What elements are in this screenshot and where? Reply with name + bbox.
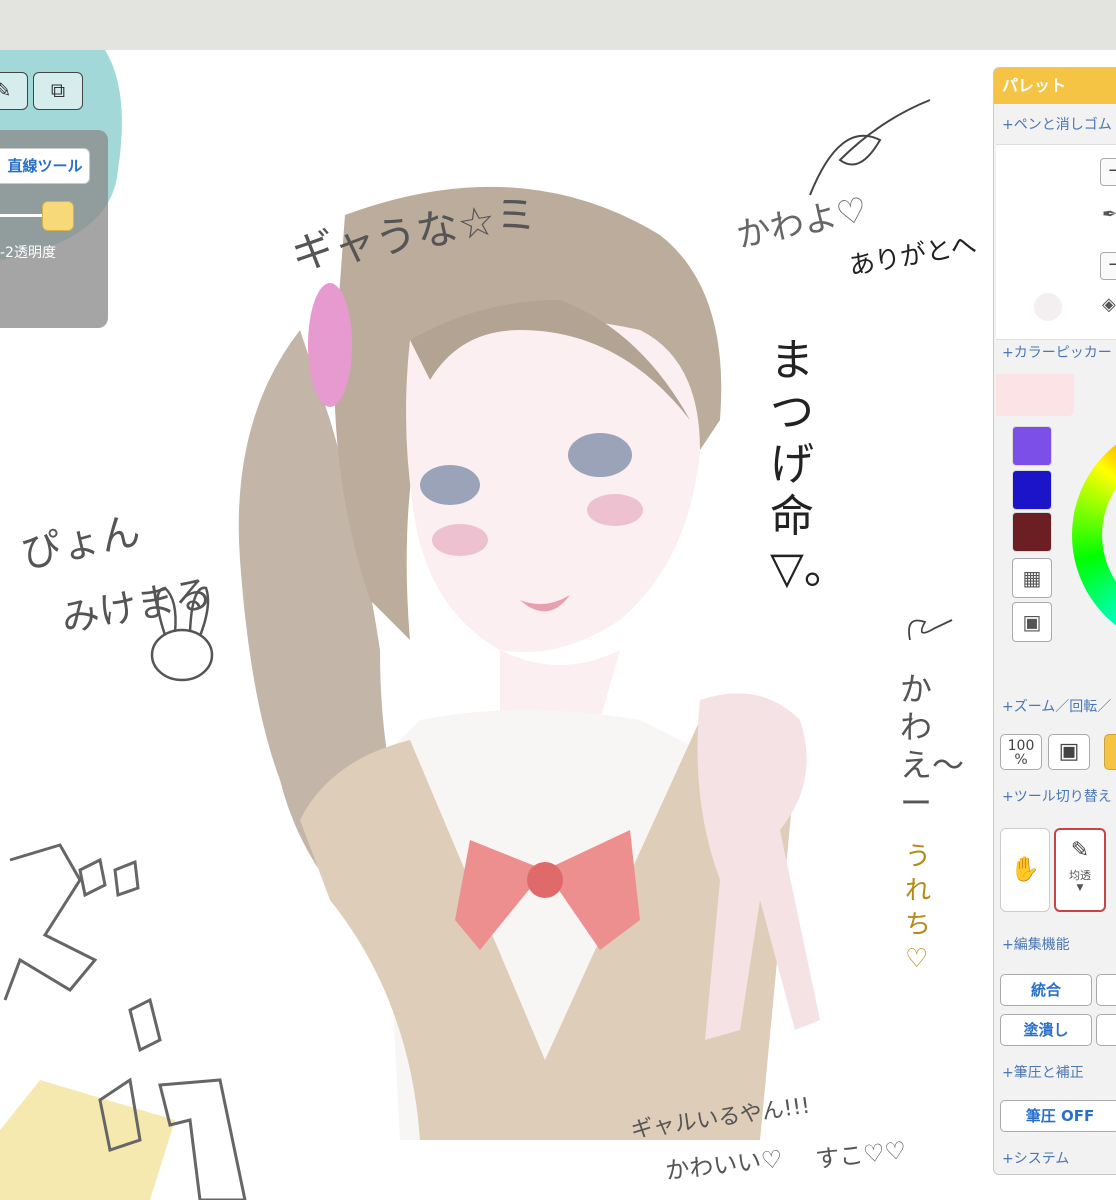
pencil-icon: ✎ <box>1070 838 1090 863</box>
zoom-extra-button[interactable] <box>1104 734 1116 770</box>
right-cheek <box>587 494 643 526</box>
color-swatch-maroon[interactable] <box>1012 512 1052 552</box>
pen-size-minus-button[interactable]: − <box>1100 158 1116 186</box>
right-eye <box>568 433 632 477</box>
opacity-slider-knob[interactable] <box>42 201 74 231</box>
section-edit[interactable]: +編集機能 <box>1002 934 1070 954</box>
eraser-icon: ◈ <box>1102 294 1116 315</box>
line-tool-button[interactable]: 直線ツール <box>0 148 90 184</box>
section-system[interactable]: +システム <box>1002 1148 1069 1168</box>
fill-button[interactable]: 塗潰し <box>1000 1014 1092 1046</box>
palette-panel: パレット +ペンと消しゴム − ✒ − ◈ +カラーピッカー ▦ ▣ +ズーム／… <box>993 67 1116 1175</box>
scrunchie <box>308 283 352 407</box>
pen-size-preview <box>1034 293 1062 321</box>
eraser-size-minus-button[interactable]: − <box>1100 252 1116 280</box>
zoom-100-button[interactable]: 100 % <box>1000 734 1042 770</box>
section-zoom-rotate[interactable]: +ズーム／回転／ <box>1002 696 1111 716</box>
pen-icon: ✒ <box>1102 204 1116 225</box>
fit-screen-icon[interactable]: ▣ <box>1048 734 1090 770</box>
top-bar <box>0 0 1116 50</box>
canvas-text-kawae: かわえ〜ー <box>900 670 965 822</box>
section-tool-switch[interactable]: +ツール切り替え <box>1002 786 1112 806</box>
left-eye <box>420 465 480 505</box>
arrow-doodle-small <box>908 619 953 641</box>
canvas-text-ureshi: うれち♡ <box>905 842 932 974</box>
hand-tool-icon[interactable]: ✋ <box>1000 828 1050 912</box>
color-swatch-blue[interactable] <box>1012 470 1052 510</box>
pressure-off-button[interactable]: 筆圧 OFF <box>1000 1100 1116 1132</box>
add-swatch-icon[interactable]: ▦ <box>1012 558 1052 598</box>
left-cheek <box>432 524 488 556</box>
opacity-label: -2透明度 <box>0 245 56 261</box>
section-color-picker[interactable]: +カラーピッカー <box>1002 342 1112 362</box>
color-wheel[interactable] <box>1072 420 1116 650</box>
drawing-canvas[interactable]: ギャうな☆ミ かわよ♡ ありがとへ まつげ命▽。 ぴょん みけまる かわえ〜ー … <box>0 50 1116 1200</box>
color-swatch-purple[interactable] <box>1012 426 1052 466</box>
pen-tool-label: 均透 <box>1069 869 1091 882</box>
section-pressure[interactable]: +筆圧と補正 <box>1002 1062 1084 1082</box>
merge-button[interactable]: 統合 <box>1000 974 1092 1006</box>
pen-preview-area <box>996 144 1116 340</box>
dropdown-icon: ▼ <box>1076 883 1084 893</box>
pen-tool-icon[interactable]: ✎ <box>0 72 28 110</box>
arrow-doodle <box>809 99 931 196</box>
swap-swatch-icon[interactable]: ▣ <box>1012 602 1052 642</box>
edit-extra-button-1[interactable] <box>1096 974 1116 1006</box>
current-color-strip <box>996 374 1074 416</box>
canvas-text-matsuge: まつげ命▽。 <box>770 335 848 594</box>
section-pen-eraser[interactable]: +ペンと消しゴム <box>1002 114 1112 134</box>
edit-extra-button-2[interactable] <box>1096 1014 1116 1046</box>
transform-icon[interactable]: ⧉ <box>33 72 83 110</box>
bow-knot <box>527 862 563 898</box>
palette-title[interactable]: パレット <box>994 68 1116 104</box>
zoom-percent-label: % <box>1014 752 1028 768</box>
artwork <box>0 50 953 1200</box>
pen-tool-button[interactable]: ✎ 均透 ▼ <box>1054 828 1106 912</box>
opacity-slider-track[interactable] <box>0 214 46 217</box>
yellow-blob <box>0 1080 175 1200</box>
